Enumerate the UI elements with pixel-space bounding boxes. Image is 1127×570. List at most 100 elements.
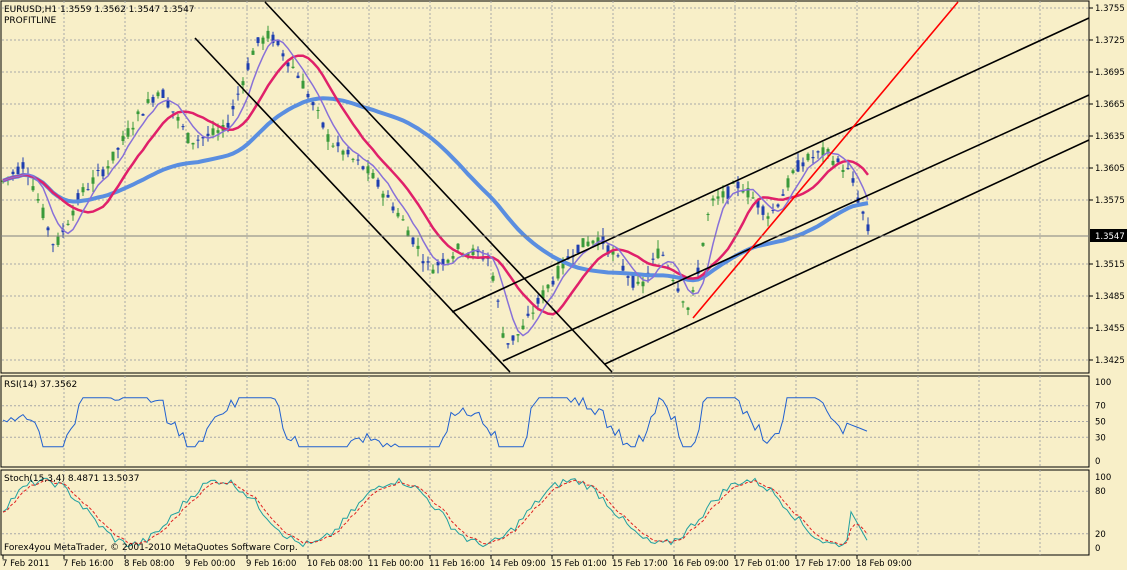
candle-body [836, 158, 840, 163]
candle-body [231, 105, 235, 110]
candle-body [56, 236, 60, 245]
candle-body [556, 266, 560, 279]
x-tick-label: 15 Feb 17:00 [612, 559, 668, 569]
candle-body [341, 150, 345, 155]
candle-body [626, 276, 630, 278]
candle-body [86, 189, 90, 191]
y-tick-label: 1.3425 [1095, 356, 1125, 366]
x-tick-label: 11 Feb 16:00 [429, 559, 485, 569]
candle-body [131, 127, 135, 130]
main-pane[interactable] [0, 0, 1090, 374]
candle-body [156, 92, 160, 97]
candle-body [786, 178, 790, 188]
candle-body [766, 216, 770, 219]
candle-body [616, 255, 620, 257]
candle-body [641, 281, 645, 287]
candle-body [496, 300, 500, 302]
y-tick-label: 1.3455 [1095, 324, 1125, 334]
x-tick-label: 8 Feb 08:00 [124, 559, 174, 569]
candle-body [851, 178, 855, 183]
candle-body [36, 199, 40, 201]
candle-body [241, 81, 245, 86]
candle-body [291, 66, 295, 68]
metatrader-chart[interactable]: 7 Feb 2011 7 Feb 16:00 8 Feb 08:00 9 Feb 00… [0, 0, 1127, 570]
candle-body [791, 170, 795, 174]
candle-body [686, 307, 690, 310]
candle-body [356, 159, 360, 161]
candle-body [846, 168, 850, 170]
candle-body [526, 313, 530, 316]
x-tick-label: 11 Feb 00:00 [368, 559, 424, 569]
candle-body [331, 145, 335, 147]
candle-body [431, 269, 435, 274]
candle-body [801, 162, 805, 167]
stoch-tick-label: 80 [1095, 487, 1106, 497]
candle-body [391, 206, 395, 211]
candle-body [256, 37, 260, 44]
candle-body [381, 193, 385, 198]
candle-body [136, 111, 140, 115]
candle-body [301, 80, 305, 89]
candle-body [401, 219, 405, 221]
candle-body [91, 177, 95, 184]
candle-body [326, 134, 330, 142]
copyright-text: Forex4you MetaTrader, © 2001-2010 MetaQu… [4, 543, 298, 553]
candle-body [186, 132, 190, 144]
candle-body [126, 128, 130, 137]
candle-body [376, 179, 380, 187]
candle-body [21, 162, 25, 169]
rsi-title: RSI(14) 37.3562 [4, 380, 77, 390]
candle-body [621, 265, 625, 271]
x-tick-label: 14 Feb 09:00 [490, 559, 546, 569]
candle-body [276, 40, 280, 46]
candle-body [416, 245, 420, 249]
candle-body [806, 153, 810, 161]
rsi-tick-label: 100 [1095, 378, 1111, 388]
y-tick-label: 1.3695 [1095, 68, 1125, 78]
candle-body [831, 160, 835, 165]
stoch-tick-label: 0 [1095, 544, 1100, 554]
candle-body [266, 30, 270, 39]
candle-body [336, 142, 340, 147]
candle-body [421, 261, 425, 264]
candle-body [656, 248, 660, 259]
candle-body [411, 237, 415, 245]
current-price-label: 1.3547 [1095, 232, 1125, 242]
candle-body [211, 128, 215, 135]
candle-body [716, 196, 720, 199]
candle-body [726, 186, 730, 199]
candle-body [116, 147, 120, 150]
candle-body [261, 37, 265, 44]
candle-body [631, 275, 635, 288]
x-tick-label: 9 Feb 16:00 [246, 559, 296, 569]
candle-body [796, 160, 800, 172]
candle-body [681, 301, 685, 303]
candle-body [501, 333, 505, 338]
candle-body [651, 258, 655, 260]
rsi-pane[interactable] [0, 375, 1090, 468]
candle-body [316, 109, 320, 111]
candle-body [426, 261, 430, 263]
x-tick-label: 16 Feb 09:00 [673, 559, 729, 569]
candle-body [386, 194, 390, 198]
x-tick-label: 7 Feb 16:00 [63, 559, 113, 569]
x-tick-label: 10 Feb 08:00 [307, 559, 363, 569]
candle-body [66, 223, 70, 225]
candle-body [101, 169, 105, 177]
candle-body [866, 224, 870, 232]
main-chart-title: EURUSD,H1 1.3559 1.3562 1.3547 1.3547 [4, 5, 195, 15]
stoch-title: Stoch(15,3,4) 8.4871 13.5037 [4, 474, 139, 484]
y-tick-label: 1.3755 [1095, 4, 1125, 14]
y-tick-label: 1.3575 [1095, 196, 1125, 206]
x-tick-label: 15 Feb 01:00 [551, 559, 607, 569]
candle-body [236, 93, 240, 95]
candle-body [361, 166, 365, 170]
candle-body [141, 114, 145, 116]
candle-body [706, 214, 710, 216]
candle-body [146, 99, 150, 103]
candle-body [761, 206, 765, 215]
candle-body [491, 275, 495, 281]
candle-body [346, 149, 350, 155]
y-tick-label: 1.3725 [1095, 36, 1125, 46]
indicator-label: PROFITLINE [4, 16, 56, 26]
